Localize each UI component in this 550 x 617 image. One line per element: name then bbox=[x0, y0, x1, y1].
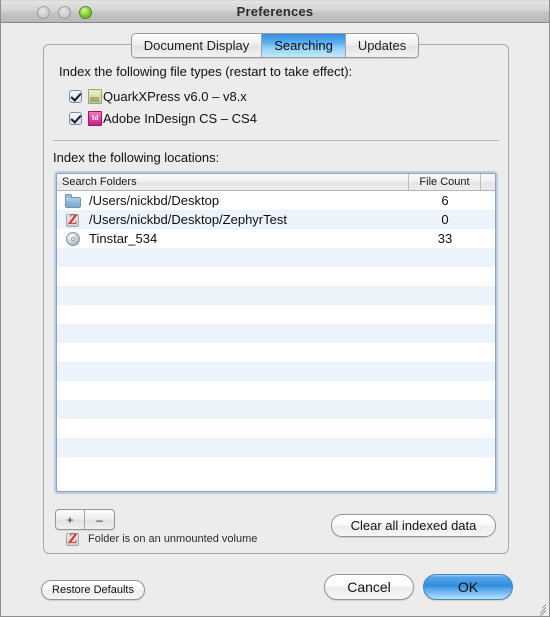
table-row-empty[interactable] bbox=[57, 248, 495, 267]
table-cell-count: 6 bbox=[441, 193, 449, 208]
folder-path: Tinstar_534 bbox=[89, 231, 158, 246]
table-cell-folder: Z/Users/nickbd/Desktop/ZephyrTest bbox=[57, 212, 409, 227]
checkbox-row-indesign[interactable]: Id Adobe InDesign CS – CS4 bbox=[69, 111, 257, 126]
table-cell-folder: /Users/nickbd/Desktop bbox=[57, 193, 409, 208]
table-row-empty[interactable] bbox=[57, 286, 495, 305]
tab-updates[interactable]: Updates bbox=[345, 34, 419, 57]
add-remove-segmented-control[interactable]: + – bbox=[55, 509, 115, 530]
unmounted-volume-icon: Z bbox=[65, 212, 81, 227]
unmounted-volume-icon: Z bbox=[65, 531, 81, 547]
clear-all-indexed-data-button[interactable]: Clear all indexed data bbox=[331, 514, 496, 537]
checkbox-label-indesign: Adobe InDesign CS – CS4 bbox=[103, 111, 257, 126]
checkbox-quarkxpress[interactable] bbox=[69, 90, 82, 103]
section-divider bbox=[53, 140, 499, 141]
table-header-row: Search Folders File Count bbox=[57, 174, 495, 191]
table-row-empty[interactable] bbox=[57, 267, 495, 286]
preferences-window: Preferences Document Display Searching U… bbox=[0, 0, 550, 617]
indesign-document-icon: Id bbox=[88, 111, 102, 126]
table-row-empty[interactable] bbox=[57, 419, 495, 438]
checkbox-row-quarkxpress[interactable]: QuarkXPress v6.0 – v8.x bbox=[69, 89, 247, 104]
table-body: /Users/nickbd/Desktop 6 Z/Users/nickbd/Des… bbox=[57, 191, 495, 491]
locations-label: Index the following locations: bbox=[53, 150, 220, 165]
folder-icon bbox=[65, 193, 81, 208]
ok-button[interactable]: OK bbox=[423, 574, 513, 600]
table-row[interactable]: Tinstar_534 33 bbox=[57, 229, 495, 248]
table-row[interactable]: /Users/nickbd/Desktop 6 bbox=[57, 191, 495, 210]
table-cell-count: 0 bbox=[441, 212, 449, 227]
folder-path: /Users/nickbd/Desktop bbox=[89, 193, 220, 208]
table-row-empty[interactable] bbox=[57, 438, 495, 457]
table-row[interactable]: Z/Users/nickbd/Desktop/ZephyrTest 0 bbox=[57, 210, 495, 229]
legend-text: Folder is on an unmounted volume bbox=[88, 533, 258, 545]
table-row-empty[interactable] bbox=[57, 343, 495, 362]
add-folder-button[interactable]: + bbox=[56, 510, 85, 529]
table-row-empty[interactable] bbox=[57, 457, 495, 476]
indesign-icon-glyph: Id bbox=[91, 114, 99, 122]
window-titlebar: Preferences bbox=[1, 0, 549, 23]
checkbox-indesign[interactable] bbox=[69, 112, 82, 125]
column-header-file-count[interactable]: File Count bbox=[409, 174, 481, 190]
disc-icon bbox=[65, 231, 81, 246]
resize-grip-icon[interactable] bbox=[533, 600, 547, 616]
cancel-button[interactable]: Cancel bbox=[324, 574, 414, 600]
tab-searching[interactable]: Searching bbox=[262, 34, 346, 57]
unmounted-volume-legend: Z Folder is on an unmounted volume bbox=[65, 531, 258, 547]
tab-bar: Document Display Searching Updates bbox=[1, 33, 549, 58]
table-cell-folder: Tinstar_534 bbox=[57, 231, 409, 246]
folder-path: /Users/nickbd/Desktop/ZephyrTest bbox=[89, 212, 287, 227]
table-row-empty[interactable] bbox=[57, 400, 495, 419]
table-row-empty[interactable] bbox=[57, 362, 495, 381]
table-row-empty[interactable] bbox=[57, 324, 495, 343]
column-header-spacer bbox=[481, 174, 495, 190]
checkbox-label-quarkxpress: QuarkXPress v6.0 – v8.x bbox=[103, 89, 247, 104]
restore-defaults-button[interactable]: Restore Defaults bbox=[41, 580, 145, 600]
search-folders-table[interactable]: Search Folders File Count /Users/nickbd/… bbox=[56, 173, 496, 492]
remove-folder-button[interactable]: – bbox=[85, 510, 114, 529]
table-row-empty[interactable] bbox=[57, 305, 495, 324]
file-types-label: Index the following file types (restart … bbox=[59, 64, 353, 79]
window-title: Preferences bbox=[236, 4, 314, 19]
quarkxpress-document-icon bbox=[88, 89, 102, 104]
table-cell-count: 33 bbox=[437, 231, 453, 246]
table-row-empty[interactable] bbox=[57, 381, 495, 400]
column-header-search-folders[interactable]: Search Folders bbox=[57, 174, 409, 190]
tab-document-display[interactable]: Document Display bbox=[131, 34, 263, 57]
